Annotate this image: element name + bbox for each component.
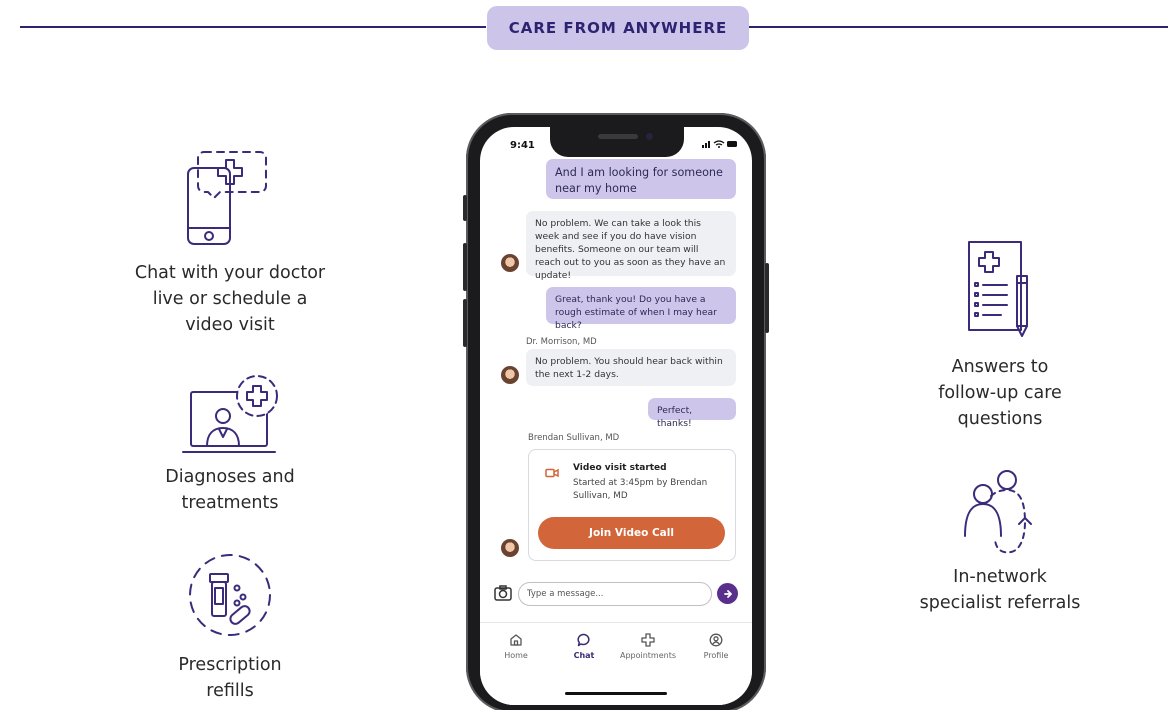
feature-followup: Answers to follow-up care questions: [890, 236, 1110, 432]
phone-side-button: [463, 243, 467, 291]
phone-screen: 9:41 And I am looking for someone near m…: [480, 127, 752, 705]
chat-message-incoming: No problem. We can take a look this week…: [526, 211, 736, 281]
status-time: 9:41: [510, 140, 535, 151]
plus-cross-icon: [641, 633, 655, 647]
profile-icon: [709, 633, 723, 647]
doctor-avatar: [501, 539, 519, 557]
message-sender-name: Brendan Sullivan, MD: [528, 433, 620, 443]
video-visit-card: Video visit started Started at 3:45pm by…: [528, 449, 736, 561]
send-arrow-icon: [723, 589, 732, 598]
tab-chat[interactable]: Chat: [552, 633, 616, 660]
clipboard-icon: [968, 241, 1028, 337]
phone-side-button: [765, 263, 769, 333]
banner-rule-right: [749, 26, 1168, 28]
chat-icon: [577, 633, 590, 647]
home-indicator: [565, 692, 667, 695]
feature-chat-text: Chat with your doctor live or schedule a…: [134, 263, 326, 335]
doctor-avatar: [501, 254, 519, 272]
feature-followup-text: Answers to follow-up care questions: [938, 357, 1062, 429]
feature-diagnoses: Diagnoses and treatments: [130, 372, 330, 516]
phone-chat-icon: [187, 151, 267, 245]
phone-speaker: [598, 134, 638, 139]
status-icons: [702, 140, 737, 148]
chat-message-outgoing: Great, thank you! Do you have a rough es…: [546, 287, 736, 331]
send-button[interactable]: [717, 583, 738, 604]
referral-people-icon: [964, 470, 1032, 554]
feature-referrals: In-network specialist referrals: [890, 466, 1110, 616]
chat-message-outgoing: Perfect, thanks!: [648, 398, 736, 429]
tab-chat-label: Chat: [573, 651, 595, 660]
tab-profile[interactable]: Profile: [684, 633, 748, 660]
video-camera-icon: [545, 468, 559, 478]
tab-home-label: Home: [504, 651, 528, 660]
banner-rule-left: [20, 26, 486, 28]
join-video-call-button[interactable]: Join Video Call: [538, 517, 725, 549]
pill-bottle-icon: [189, 554, 271, 636]
tab-profile-label: Profile: [703, 651, 729, 660]
feature-diagnoses-text: Diagnoses and treatments: [165, 467, 295, 513]
phone-camera: [646, 133, 653, 140]
tab-appointments[interactable]: Appointments: [616, 633, 680, 660]
doctor-avatar: [501, 366, 519, 384]
feature-prescription: Prescription refills: [130, 550, 330, 704]
camera-icon[interactable]: [494, 585, 512, 601]
tab-home[interactable]: Home: [484, 633, 548, 660]
phone-side-button: [463, 299, 467, 347]
chat-message-incoming: No problem. You should hear back within …: [526, 349, 736, 386]
video-visit-title: Video visit started: [573, 463, 667, 473]
feature-chat: Chat with your doctor live or schedule a…: [110, 146, 350, 338]
bottom-tab-bar: Home Chat Appointments Profile: [480, 622, 752, 705]
phone-notch: [550, 127, 684, 157]
message-sender-name: Dr. Morrison, MD: [526, 337, 597, 347]
phone-side-button: [463, 195, 467, 221]
chat-message-outgoing: And I am looking for someone near my hom…: [546, 159, 736, 199]
feature-referrals-text: In-network specialist referrals: [919, 567, 1081, 613]
video-visit-subtitle: Started at 3:45pm by Brendan Sullivan, M…: [573, 478, 708, 501]
banner-title: CARE FROM ANYWHERE: [487, 6, 749, 50]
feature-prescription-text: Prescription refills: [178, 655, 282, 701]
home-icon: [510, 634, 522, 646]
message-input[interactable]: [518, 582, 712, 606]
phone-mockup: 9:41 And I am looking for someone near m…: [463, 113, 769, 710]
tab-appointments-label: Appointments: [619, 651, 677, 660]
laptop-doctor-icon: [182, 375, 278, 453]
